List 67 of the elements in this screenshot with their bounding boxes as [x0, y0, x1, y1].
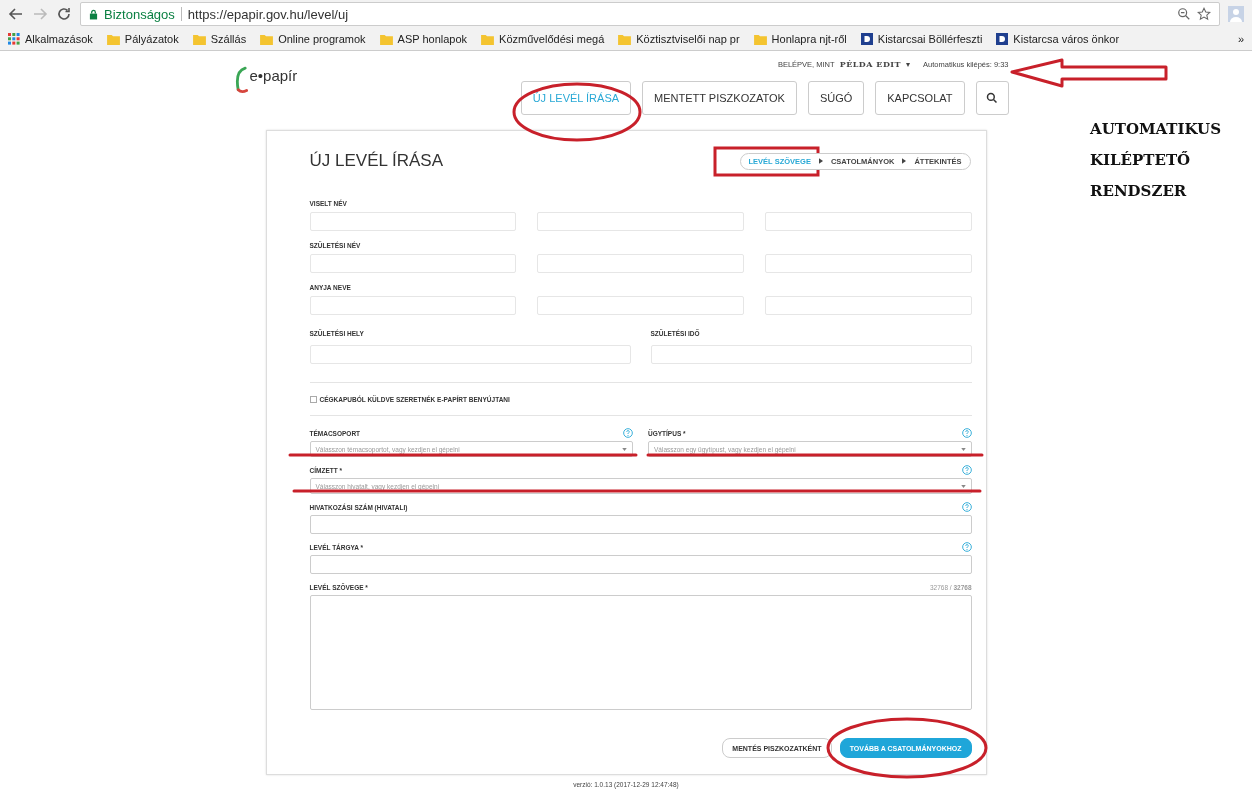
url-text: https://epapir.gov.hu/level/uj [187, 6, 349, 22]
folder-icon [106, 33, 120, 45]
reload-icon[interactable] [56, 6, 72, 22]
text-area[interactable] [309, 595, 972, 710]
help-icon[interactable] [961, 428, 972, 438]
bookmark-item[interactable]: Közművelődési megá [481, 33, 605, 45]
folder-icon [192, 33, 206, 45]
more-bookmarks-button[interactable]: » [1237, 33, 1244, 45]
bookmark-item[interactable]: Alkalmazások [8, 33, 93, 45]
zoom-icon[interactable] [1177, 7, 1191, 21]
step-arrow-icon [902, 158, 907, 164]
user-name-menu[interactable]: PÉLDA EDIT [839, 59, 902, 69]
help-icon[interactable] [961, 542, 972, 552]
annotation-text: RENDSZER [1090, 182, 1188, 200]
back-icon[interactable] [8, 6, 24, 22]
annotation-text: KILÉPTETŐ [1090, 151, 1192, 169]
input-field[interactable] [309, 254, 517, 273]
bookmark-item[interactable]: Online programok [260, 33, 366, 45]
nav-button[interactable]: KAPCSOLAT [875, 81, 965, 115]
search-button[interactable] [975, 81, 1009, 115]
checkbox[interactable] [309, 396, 317, 403]
page-title: ÚJ LEVÉL ÍRÁSA [309, 151, 444, 171]
star-icon[interactable] [1197, 7, 1211, 21]
address-bar[interactable]: Biztonságos https://epapir.gov.hu/level/uj [80, 2, 1220, 26]
input-field[interactable] [309, 345, 631, 364]
bookmark-item[interactable]: Honlapra njt-ről [753, 33, 847, 45]
input-field[interactable] [650, 345, 972, 364]
help-icon[interactable] [961, 465, 972, 475]
nav-button[interactable]: SÚGÓ [807, 81, 865, 115]
folder-icon [260, 33, 274, 45]
help-icon[interactable] [961, 502, 972, 512]
bookmark-item[interactable]: Szállás [192, 33, 247, 45]
folder-icon [753, 33, 767, 45]
help-icon[interactable] [623, 428, 633, 438]
apps-grid-icon [8, 33, 20, 45]
bookmark-item[interactable]: ASP honlapok [379, 33, 468, 45]
input-field[interactable] [764, 296, 972, 315]
bookmark-item[interactable]: Kistarcsai Böllérfeszti [860, 33, 983, 45]
input-field[interactable] [309, 515, 972, 534]
bookmark-item[interactable]: Pályázatok [106, 33, 179, 45]
profile-icon[interactable] [1228, 6, 1244, 22]
input-field[interactable] [764, 254, 972, 273]
secure-label: Biztonságos [104, 6, 175, 22]
caret-icon [960, 447, 966, 451]
input-field[interactable] [537, 296, 744, 315]
caret-icon [960, 484, 966, 488]
nav-button[interactable]: MENTETT PISZKOZATOK [642, 81, 797, 115]
input-field[interactable] [309, 296, 517, 315]
bookmark-item[interactable]: Köztisztviselői nap pr [618, 33, 740, 45]
step-arrow-icon [818, 158, 823, 164]
search-icon [986, 92, 998, 104]
annotation-text: AUTOMATIKUS [1090, 120, 1221, 138]
bookmark-item[interactable]: Kistarcsa város önkor [996, 33, 1120, 45]
input-field[interactable] [309, 212, 517, 231]
input-field[interactable] [537, 212, 744, 231]
folder-icon [379, 33, 393, 45]
lock-icon [89, 8, 98, 20]
input-field[interactable] [537, 254, 744, 273]
input-field[interactable] [309, 555, 972, 574]
caret-icon [622, 447, 627, 451]
site-icon [860, 33, 873, 45]
forward-icon[interactable] [32, 6, 48, 22]
folder-icon [618, 33, 632, 45]
site-icon [996, 33, 1009, 45]
input-field[interactable] [764, 212, 972, 231]
folder-icon [481, 33, 495, 45]
logo-text[interactable]: e•papír [249, 67, 298, 84]
